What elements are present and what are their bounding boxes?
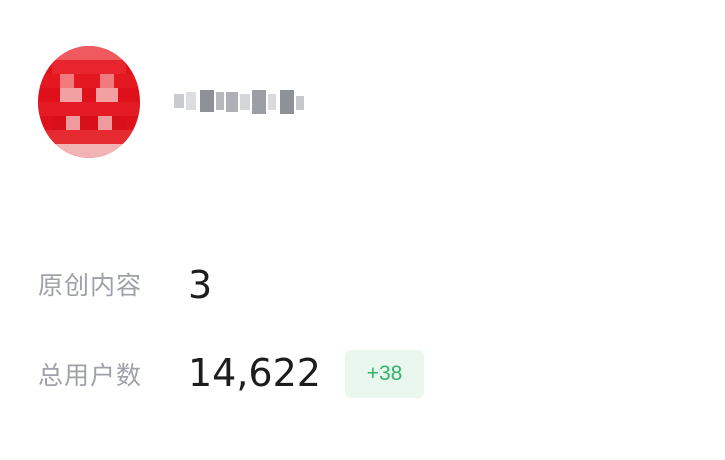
total-users-value: 14,622 (188, 351, 321, 395)
user-delta-badge: +38 (345, 350, 424, 398)
original-content-label: 原创内容 (38, 271, 143, 300)
account-name-obscured (174, 86, 306, 118)
avatar-icon (38, 46, 140, 158)
total-users-label: 总用户数 (38, 361, 143, 390)
original-content-value: 3 (188, 263, 213, 307)
